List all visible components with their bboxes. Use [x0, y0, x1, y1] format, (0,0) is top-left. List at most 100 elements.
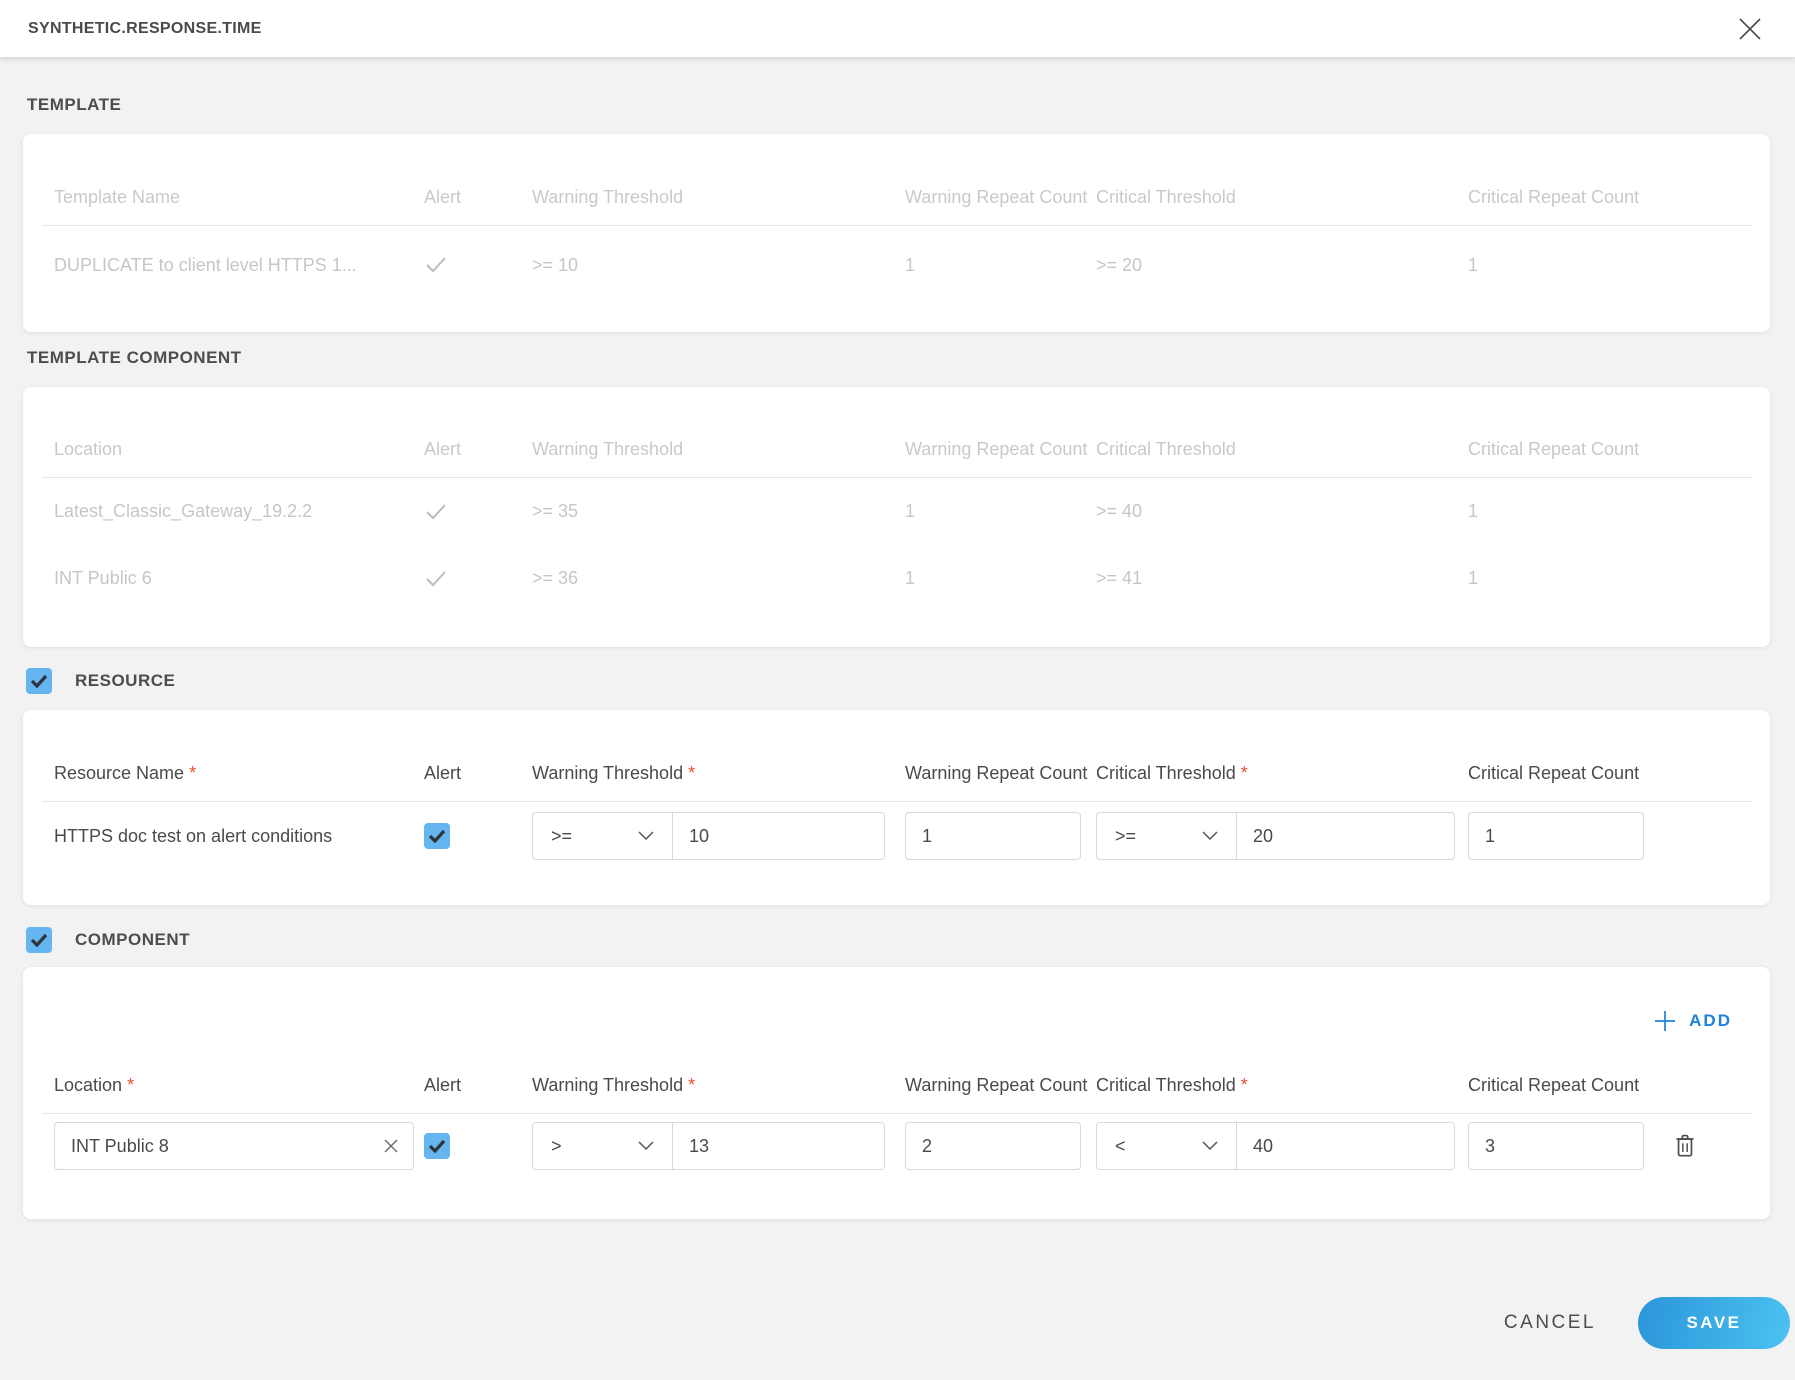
warning-threshold-value: >= 35 — [532, 501, 579, 521]
trash-icon — [1676, 1134, 1694, 1157]
resource-critical-operator-select[interactable]: >= — [1097, 813, 1237, 859]
resource-warning-threshold-input[interactable] — [673, 813, 884, 859]
modal-title: SYNTHETIC.RESPONSE.TIME — [28, 19, 262, 37]
column-header-warning-threshold: Warning Threshold * — [532, 1075, 696, 1095]
column-header-critical-repeat: Critical Repeat Count — [1468, 1075, 1640, 1095]
template-component-table-header: Location Alert Warning Threshold Warning… — [23, 421, 1770, 477]
plus-icon — [1655, 1011, 1676, 1031]
modal-footer: CANCEL SAVE — [1498, 1297, 1790, 1349]
component-location-input[interactable] — [54, 1122, 414, 1170]
chevron-down-icon — [1202, 1141, 1218, 1151]
close-button[interactable] — [1733, 12, 1767, 46]
template-row: DUPLICATE to client level HTTPS 1... >= … — [23, 226, 1770, 304]
resource-section-checkbox[interactable] — [26, 668, 52, 694]
critical-threshold-value: >= 41 — [1096, 568, 1143, 588]
check-icon — [428, 829, 446, 843]
resource-critical-repeat-input[interactable] — [1468, 812, 1644, 860]
component-row: > < — [23, 1114, 1770, 1170]
column-header-critical-repeat: Critical Repeat Count — [1468, 187, 1640, 207]
critical-threshold-value: >= 20 — [1096, 254, 1143, 275]
component-warning-threshold-control: > — [532, 1122, 885, 1170]
modal-header: SYNTHETIC.RESPONSE.TIME — [0, 0, 1795, 57]
column-header-warning-repeat: Warning Repeat Count — [905, 1075, 1088, 1095]
check-icon — [426, 257, 446, 273]
clear-icon — [384, 1139, 398, 1153]
critical-repeat-value: 1 — [1468, 568, 1479, 588]
required-asterisk: * — [127, 1075, 135, 1095]
check-icon — [426, 503, 446, 519]
column-header-critical-threshold: Critical Threshold * — [1096, 763, 1248, 783]
resource-table-header: Resource Name * Alert Warning Threshold * … — [23, 745, 1770, 801]
column-header-warning-threshold: Warning Threshold — [532, 187, 684, 207]
component-section-checkbox[interactable] — [26, 927, 52, 953]
component-critical-threshold-control: < — [1096, 1122, 1455, 1170]
component-card: ADD Location * Alert Warning Threshold * W… — [23, 967, 1770, 1219]
column-header-critical-threshold: Critical Threshold — [1096, 439, 1236, 459]
critical-threshold-value: >= 40 — [1096, 501, 1143, 521]
chevron-down-icon — [1202, 831, 1218, 841]
warning-threshold-value: >= 10 — [532, 254, 579, 275]
column-header-critical-threshold: Critical Threshold * — [1096, 1075, 1248, 1095]
check-icon — [428, 1139, 446, 1153]
component-critical-operator-select[interactable]: < — [1097, 1123, 1237, 1169]
template-component-section-title: TEMPLATE COMPONENT — [27, 348, 242, 367]
component-warning-operator-select[interactable]: > — [533, 1123, 673, 1169]
chevron-down-icon — [638, 1141, 654, 1151]
component-alert-checkbox[interactable] — [424, 1133, 450, 1159]
column-header-warning-repeat: Warning Repeat Count — [905, 439, 1088, 459]
resource-warning-repeat-input[interactable] — [905, 812, 1081, 860]
required-asterisk: * — [688, 1075, 696, 1095]
component-critical-repeat-input[interactable] — [1468, 1122, 1644, 1170]
column-header-warning-repeat: Warning Repeat Count — [905, 763, 1088, 783]
required-asterisk: * — [688, 763, 696, 783]
component-critical-threshold-input[interactable] — [1237, 1123, 1454, 1169]
check-icon — [426, 570, 446, 586]
clear-location-button[interactable] — [380, 1135, 402, 1157]
column-header-alert: Alert — [424, 763, 462, 783]
component-warning-repeat-input[interactable] — [905, 1122, 1081, 1170]
component-section-header: COMPONENT — [26, 927, 190, 953]
warning-repeat-value: 1 — [905, 254, 916, 275]
location-value: Latest_Classic_Gateway_19.2.2 — [54, 501, 313, 521]
resource-warning-threshold-control: >= — [532, 812, 885, 860]
resource-section-title: RESOURCE — [75, 671, 176, 690]
critical-repeat-value: 1 — [1468, 501, 1479, 521]
cancel-button[interactable]: CANCEL — [1498, 1311, 1602, 1335]
check-icon — [30, 933, 48, 947]
resource-name-value: HTTPS doc test on alert conditions — [54, 825, 333, 846]
chevron-down-icon — [638, 831, 654, 841]
resource-alert-checkbox[interactable] — [424, 823, 450, 849]
resource-section-header: RESOURCE — [26, 668, 175, 694]
resource-warning-operator-select[interactable]: >= — [533, 813, 673, 859]
column-header-critical-repeat: Critical Repeat Count — [1468, 763, 1640, 783]
template-component-row: INT Public 6 >= 36 1 >= 41 1 — [23, 545, 1770, 612]
add-button[interactable]: ADD — [1653, 1009, 1732, 1033]
column-header-warning-repeat: Warning Repeat Count — [905, 187, 1088, 207]
column-header-location: Location * — [54, 1075, 135, 1095]
column-header-critical-repeat: Critical Repeat Count — [1468, 439, 1640, 459]
check-icon — [30, 674, 48, 688]
column-header-warning-threshold: Warning Threshold — [532, 439, 684, 459]
resource-critical-threshold-control: >= — [1096, 812, 1455, 860]
template-component-card: Location Alert Warning Threshold Warning… — [23, 387, 1770, 647]
warning-repeat-value: 1 — [905, 501, 916, 521]
critical-repeat-value: 1 — [1468, 254, 1479, 275]
column-header-alert: Alert — [424, 1075, 462, 1095]
save-button[interactable]: SAVE — [1638, 1297, 1790, 1349]
component-location-control — [54, 1122, 414, 1170]
delete-row-button[interactable] — [1672, 1132, 1750, 1160]
component-section-title: COMPONENT — [75, 930, 190, 949]
column-header-resource-name: Resource Name * — [54, 763, 197, 783]
required-asterisk: * — [1240, 763, 1248, 783]
column-header-alert: Alert — [424, 439, 462, 459]
resource-card: Resource Name * Alert Warning Threshold * … — [23, 710, 1770, 905]
location-value: INT Public 6 — [54, 568, 152, 588]
close-icon — [1739, 17, 1761, 40]
resource-row: HTTPS doc test on alert conditions >= 10… — [23, 802, 1770, 860]
column-header-warning-threshold: Warning Threshold * — [532, 763, 696, 783]
column-header-template-name: Template Name — [54, 187, 181, 207]
template-table-header: Template Name Alert Warning Threshold Wa… — [23, 169, 1770, 225]
component-warning-threshold-input[interactable] — [673, 1123, 884, 1169]
warning-repeat-value: 1 — [905, 568, 916, 588]
resource-critical-threshold-input[interactable] — [1237, 813, 1454, 859]
